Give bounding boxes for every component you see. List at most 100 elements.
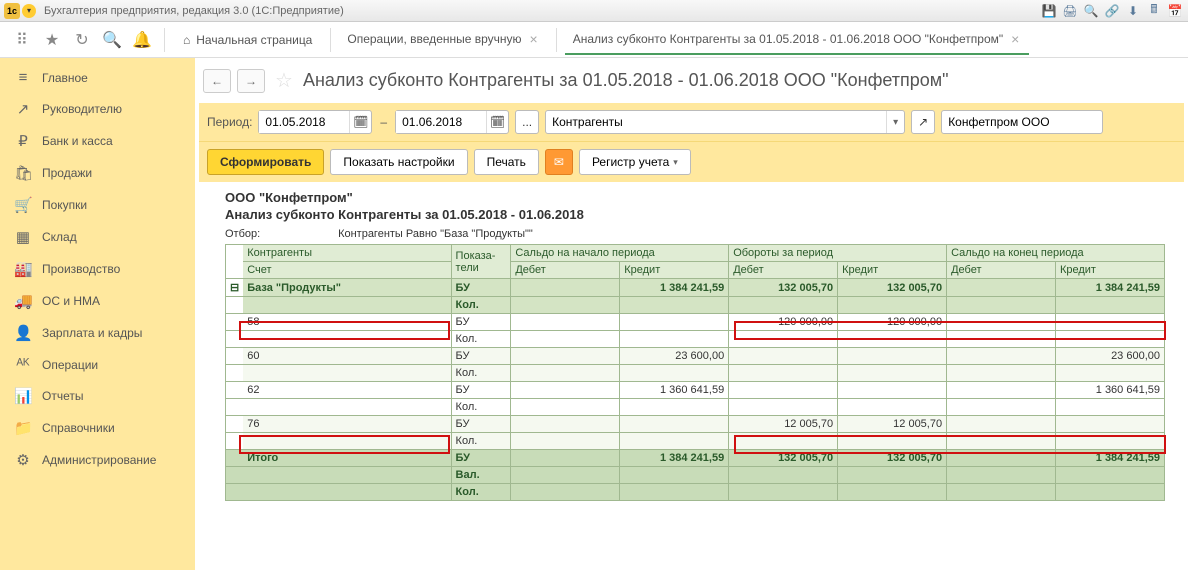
- settings-button[interactable]: Показать настройки: [330, 149, 467, 175]
- tree-collapse-icon[interactable]: ⊟: [226, 279, 244, 297]
- sidebar-item-bank[interactable]: ₽Банк и касса: [0, 125, 195, 157]
- bell-icon[interactable]: 🔔: [128, 26, 156, 54]
- form-button[interactable]: Сформировать: [207, 149, 324, 175]
- cell: [729, 433, 838, 450]
- sidebar-item-production[interactable]: 🏭Производство: [0, 253, 195, 285]
- cell: [729, 297, 838, 314]
- subconto-input[interactable]: [546, 111, 886, 133]
- operations-icon: ᴬᴷ: [14, 356, 32, 373]
- sidebar-label: Администрирование: [42, 453, 156, 467]
- sidebar-label: Покупки: [42, 198, 87, 212]
- cell-acc: 58: [243, 314, 451, 331]
- calc-icon[interactable]: 🖩: [1145, 3, 1163, 19]
- print-icon[interactable]: 🖨: [1061, 3, 1079, 19]
- cell: [511, 450, 620, 467]
- apps-icon[interactable]: ⠿: [8, 26, 36, 54]
- subconto-select[interactable]: ▾: [545, 110, 905, 134]
- cell: [1055, 484, 1164, 501]
- report-title: Анализ субконто Контрагенты за 01.05.201…: [225, 207, 1180, 226]
- sidebar-item-admin[interactable]: ⚙Администрирование: [0, 444, 195, 476]
- org-input[interactable]: [942, 111, 1102, 133]
- cell: [729, 382, 838, 399]
- tree-cell: [226, 467, 244, 484]
- date-from[interactable]: 🗓: [258, 110, 372, 134]
- star-icon[interactable]: ★: [38, 26, 66, 54]
- search-icon[interactable]: 🔍: [1082, 3, 1100, 19]
- save-icon[interactable]: 💾: [1040, 3, 1058, 19]
- chevron-down-icon[interactable]: ▾: [886, 111, 904, 133]
- history-icon[interactable]: ↻: [68, 26, 96, 54]
- cell-ind: Кол.: [451, 433, 511, 450]
- col-start-balance[interactable]: Сальдо на начало периода: [511, 245, 729, 262]
- cell: 1 360 641,59: [620, 382, 729, 399]
- calendar-icon[interactable]: 📅: [1166, 3, 1184, 19]
- period-more-button[interactable]: ...: [515, 110, 539, 134]
- tab-operations[interactable]: Операции, введенные вручную ×: [339, 25, 547, 55]
- cell: [620, 365, 729, 382]
- search-tool-icon[interactable]: 🔍: [98, 26, 126, 54]
- sidebar-item-purchases[interactable]: 🛒Покупки: [0, 189, 195, 221]
- report: ООО "Конфетпром" Анализ субконто Контраг…: [195, 182, 1188, 509]
- col-turnover[interactable]: Обороты за период: [729, 245, 947, 262]
- tab-analysis[interactable]: Анализ субконто Контрагенты за 01.05.201…: [565, 25, 1030, 55]
- register-button[interactable]: Регистр учета ▾: [579, 149, 691, 175]
- favorite-star-icon[interactable]: ☆: [275, 68, 293, 93]
- col-contragents[interactable]: Контрагенты: [243, 245, 451, 262]
- col-credit[interactable]: Кредит: [838, 262, 947, 279]
- cell: [947, 433, 1056, 450]
- col-credit[interactable]: Кредит: [1055, 262, 1164, 279]
- sidebar-item-operations[interactable]: ᴬᴷОперации: [0, 349, 195, 380]
- window-title: Бухгалтерия предприятия, редакция 3.0 (1…: [44, 5, 1040, 17]
- email-button[interactable]: ✉: [545, 149, 573, 175]
- date-to[interactable]: 🗓: [395, 110, 509, 134]
- sidebar-item-catalogs[interactable]: 📁Справочники: [0, 412, 195, 444]
- cell: [729, 365, 838, 382]
- print-button[interactable]: Печать: [474, 149, 539, 175]
- sidebar-item-warehouse[interactable]: ▦Склад: [0, 221, 195, 253]
- sidebar-item-manager[interactable]: ↗Руководителю: [0, 93, 195, 125]
- back-button[interactable]: ←: [203, 69, 231, 93]
- sidebar-item-assets[interactable]: 🚚ОС и НМА: [0, 285, 195, 317]
- calendar-icon[interactable]: 🗓: [349, 111, 371, 133]
- tab-home[interactable]: ⌂ Начальная страница: [173, 33, 322, 47]
- col-credit[interactable]: Кредит: [620, 262, 729, 279]
- tree-cell: [226, 365, 244, 382]
- cell: 120 000,00: [729, 314, 838, 331]
- col-indicators[interactable]: Показа-тели: [451, 245, 511, 279]
- forward-button[interactable]: →: [237, 69, 265, 93]
- sidebar-item-sales[interactable]: 🛍Продажи: [0, 157, 195, 189]
- date-to-input[interactable]: [396, 111, 486, 133]
- calendar-icon[interactable]: 🗓: [486, 111, 508, 133]
- download-icon[interactable]: ⬇: [1124, 3, 1142, 19]
- link-icon[interactable]: 🔗: [1103, 3, 1121, 19]
- col-end-balance[interactable]: Сальдо на конец периода: [947, 245, 1165, 262]
- cell: [729, 331, 838, 348]
- cell: [947, 348, 1056, 365]
- col-debit[interactable]: Дебет: [511, 262, 620, 279]
- date-from-input[interactable]: [259, 111, 349, 133]
- sidebar-label: Склад: [42, 230, 77, 244]
- tree-cell: [226, 348, 244, 365]
- cell-ind: БУ: [451, 450, 511, 467]
- org-select[interactable]: [941, 110, 1103, 134]
- sidebar-label: Руководителю: [42, 102, 122, 116]
- cell: 1 360 641,59: [1055, 382, 1164, 399]
- close-icon[interactable]: ×: [1009, 31, 1021, 47]
- separator: [556, 28, 557, 52]
- cell: [243, 399, 451, 416]
- col-debit[interactable]: Дебет: [729, 262, 838, 279]
- cell: 23 600,00: [620, 348, 729, 365]
- close-icon[interactable]: ×: [528, 31, 540, 47]
- sidebar-label: Производство: [42, 262, 120, 276]
- separator: [330, 28, 331, 52]
- cell-ind: БУ: [451, 348, 511, 365]
- col-account[interactable]: Счет: [243, 262, 451, 279]
- sidebar-item-main[interactable]: ≡Главное: [0, 62, 195, 93]
- cell: 1 384 241,59: [620, 450, 729, 467]
- sidebar-item-hr[interactable]: 👤Зарплата и кадры: [0, 317, 195, 349]
- sidebar-item-reports[interactable]: 📊Отчеты: [0, 380, 195, 412]
- subconto-open-button[interactable]: ↗: [911, 110, 935, 134]
- col-debit[interactable]: Дебет: [947, 262, 1056, 279]
- cell: [511, 348, 620, 365]
- app-dropdown[interactable]: ▾: [22, 4, 36, 18]
